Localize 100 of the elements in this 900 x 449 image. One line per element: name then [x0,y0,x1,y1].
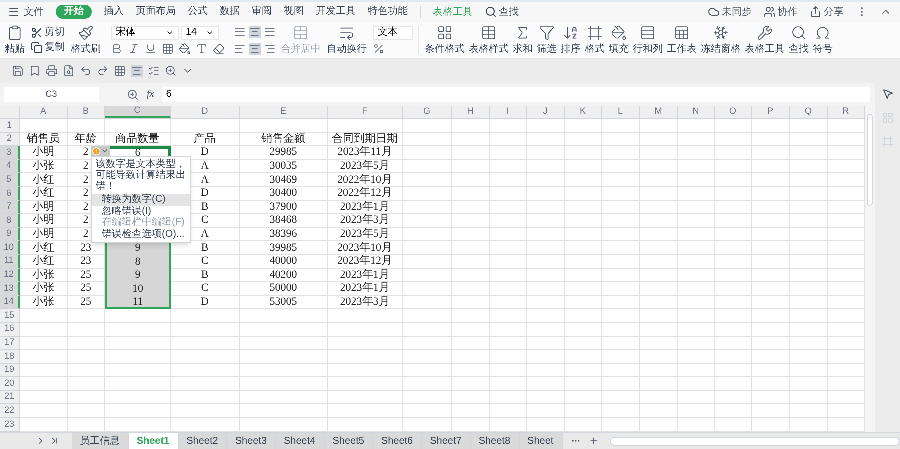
table-cell: 销售金额 [240,132,328,146]
column-header[interactable]: N [678,106,715,118]
table-cell: 29985 [240,146,328,160]
menu-tab[interactable]: 开发工具 [316,5,356,19]
sync-button[interactable]: 未同步 [708,4,752,20]
sheet-tab[interactable]: Sheet6 [373,433,422,449]
table-cell: 2023年1月 [328,200,403,214]
column-header[interactable]: A [20,106,68,118]
table-cell: 合同到期日期 [328,132,403,146]
ribbon-button[interactable]: 求和 [512,24,534,56]
table-cell: 小张 [20,160,68,174]
sheet-tab[interactable]: Sheet8 [470,433,520,449]
ribbon-button[interactable]: 格式刷 [70,24,102,56]
row-header[interactable]: 20 [0,377,20,391]
collaborate-button[interactable]: 协作 [764,4,798,20]
ribbon-button[interactable]: 自动换行 [326,24,368,56]
column-header[interactable]: Q [790,106,828,118]
row-header[interactable]: 15 [0,309,20,323]
ribbon-button[interactable]: 冻结窗格 [700,24,742,56]
table-cell: 53005 [240,296,328,310]
merge-button: 合并居中 [281,24,321,56]
menu-tab[interactable]: 特色功能 [368,5,408,19]
cut-button[interactable]: 剪切 [31,26,65,38]
column-header[interactable]: F [328,106,403,118]
ribbon-button[interactable]: 粘贴 [4,24,26,56]
row-header[interactable]: 2 [0,132,20,146]
menu-tab[interactable]: 插入 [104,5,124,19]
table-cell: 38468 [240,214,328,228]
table-cell: 2022年10月 [328,173,403,187]
table-cell: 37900 [240,200,328,214]
ribbon-button[interactable]: 行和列 [632,24,664,56]
table-cell: 10 [105,282,171,296]
menu-tab[interactable]: 视图 [284,5,304,19]
column-header[interactable]: O [715,106,752,118]
sheet-tab[interactable]: Sheet2 [178,433,228,449]
column-header[interactable]: L [602,106,640,118]
table-cell: 小明 [20,228,68,242]
table-cell: 2023年12月 [328,254,403,269]
row-header[interactable]: 19 [0,364,20,378]
ribbon-button[interactable]: 格式 [584,24,606,56]
column-header[interactable]: E [240,106,328,118]
sheet-tab[interactable]: Sheet4 [276,433,325,449]
sheet-tab[interactable]: Sheet [520,433,563,449]
row-header[interactable]: 22 [0,404,20,418]
share-button[interactable]: 分享 [810,4,844,20]
menu-item[interactable]: 转换为数字(C) [92,194,190,206]
row-header[interactable]: 6 [0,186,20,201]
sheet-tab[interactable]: Sheet5 [324,433,374,449]
column-header[interactable]: D [171,106,240,118]
table-cell: C [171,254,240,269]
table-cell: 小张 [20,282,68,296]
table-cell: 2023年1月 [328,268,403,282]
row-header[interactable]: 1 [0,119,20,133]
font-name-field[interactable]: 宋体 [111,26,179,40]
function-button[interactable]: fx [147,87,154,102]
table-cell: 38396 [240,228,328,242]
sheet-tab[interactable]: 员工信息 [72,433,129,449]
name-box[interactable]: C3 [4,87,99,102]
row-header[interactable]: 18 [0,350,20,364]
ribbon-button[interactable]: 筛选 [536,24,558,56]
number-format-field[interactable]: 文本 [373,26,413,40]
table-cell: 2023年1月 [328,282,403,296]
menu-tab[interactable]: 公式 [188,5,208,19]
table-cell: 11 [105,296,171,310]
ribbon-button[interactable]: 表格样式 [468,24,510,56]
ribbon-button[interactable]: 符号 [812,24,834,56]
table-cell: 30469 [240,173,328,187]
ribbon-button[interactable]: 排序 [560,24,582,56]
menu-tab[interactable]: 页面布局 [136,5,176,19]
ribbon-button[interactable]: 查找 [788,24,810,56]
sheet-tab[interactable]: Sheet7 [422,433,471,449]
table-cell: 小红 [20,241,68,255]
table-cell: B [171,268,240,282]
column-header[interactable]: K [565,106,602,118]
search-button[interactable]: 查找 [485,4,519,20]
column-header[interactable]: I [490,106,527,118]
column-header[interactable]: M [640,106,678,118]
row-header[interactable]: 16 [0,322,20,336]
formula-field[interactable]: 6 [162,87,870,102]
table-cell: 销售员 [20,132,68,146]
column-header[interactable]: J [527,106,565,118]
table-cell: 2022年12月 [328,186,403,201]
ribbon-button[interactable]: 表格工具 [744,24,786,56]
menu-tab[interactable]: 文件 [24,4,44,20]
column-header[interactable]: P [752,106,790,118]
row-header[interactable]: 17 [0,336,20,350]
row-header[interactable]: 21 [0,390,20,404]
table-cell: 小红 [20,173,68,187]
menu-tab[interactable]: 审阅 [252,5,272,19]
ribbon-button[interactable]: 条件格式 [424,24,466,56]
ribbon-button[interactable]: 工作表 [666,24,698,56]
copy-button[interactable]: 复制 [31,42,65,54]
column-header[interactable]: G [403,106,452,118]
table-cell: 小红 [20,254,68,269]
font-size-field[interactable]: 14 [181,26,219,40]
menu-tab[interactable]: 数据 [220,5,240,19]
ribbon-button[interactable]: 填充 [608,24,630,56]
sheet-tab[interactable]: Sheet3 [227,433,276,449]
column-header[interactable]: H [452,106,490,118]
row-header[interactable]: 23 [0,418,20,432]
